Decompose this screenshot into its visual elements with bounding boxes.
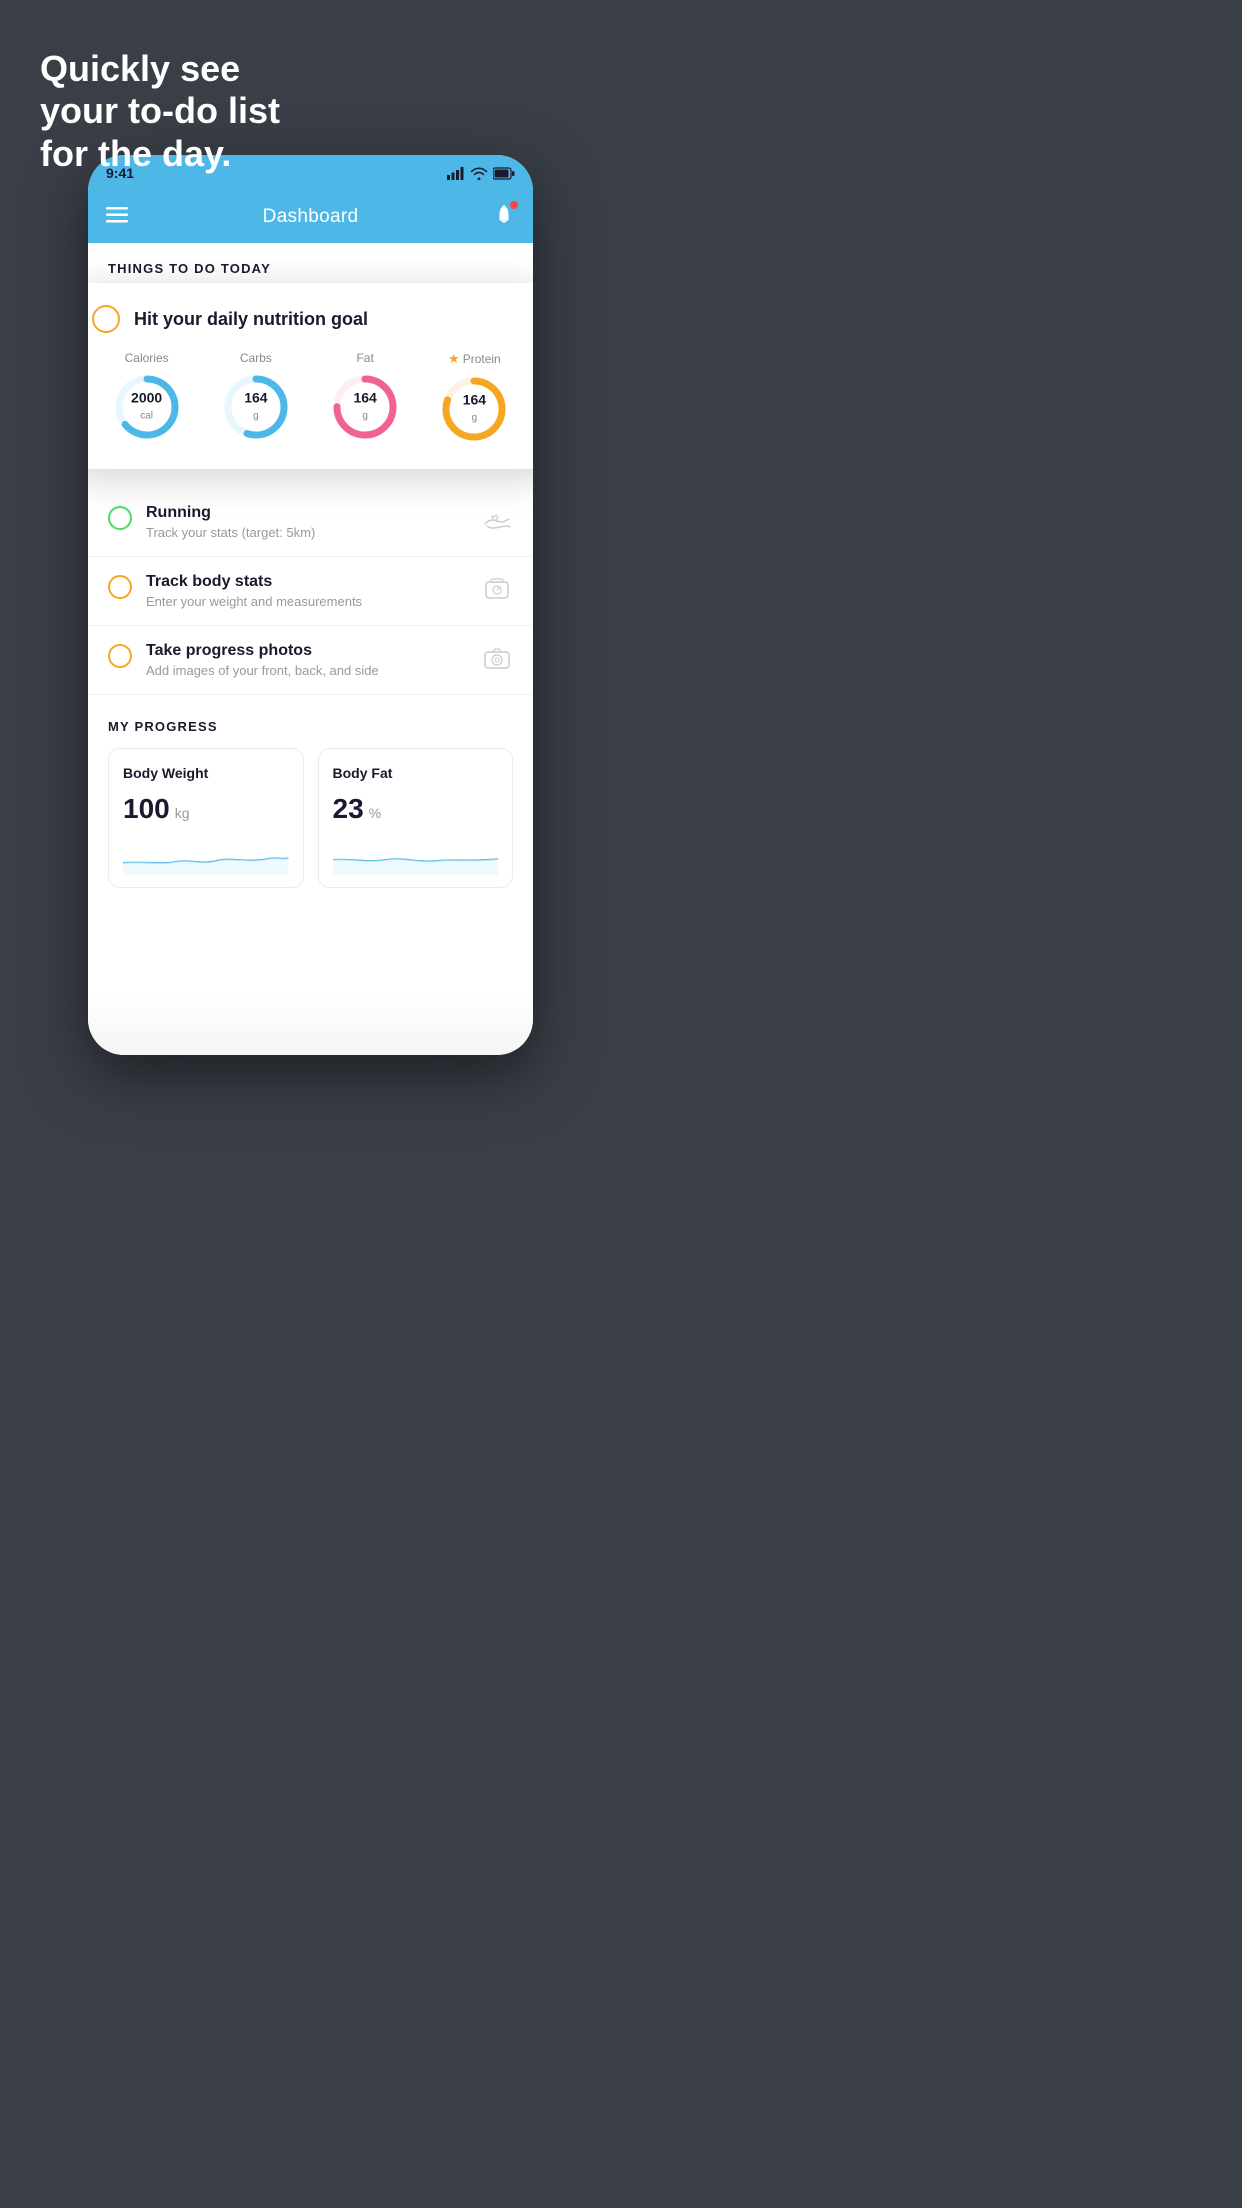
body-weight-title: Body Weight (123, 765, 289, 781)
hero-line2: your to-do list (40, 90, 280, 131)
body-weight-card: Body Weight 100 kg (108, 748, 304, 888)
photos-checkbox[interactable] (108, 644, 132, 668)
protein-donut: 164 g (438, 373, 510, 445)
running-title: Running (146, 504, 467, 522)
body-fat-chart (333, 835, 499, 875)
phone-shell: 9:41 (88, 155, 533, 1055)
battery-icon (493, 167, 515, 180)
calories-value: 2000 (131, 391, 162, 406)
fat-value: 164 (353, 391, 376, 406)
wifi-icon (470, 167, 488, 180)
protein-value: 164 (463, 393, 486, 408)
todo-item-running[interactable]: Running Track your stats (target: 5km) (88, 488, 533, 557)
body-fat-number: 23 (333, 793, 364, 825)
body-fat-card: Body Fat 23 % (318, 748, 514, 888)
carbs-value: 164 (244, 391, 267, 406)
todo-item-body-stats[interactable]: Track body stats Enter your weight and m… (88, 557, 533, 626)
calories-label: Calories (125, 351, 169, 365)
progress-section-title: MY PROGRESS (108, 719, 513, 734)
carbs-item: Carbs 164 g (220, 351, 292, 443)
nutrition-row: Calories 2000 cal Carbs (92, 351, 529, 445)
navbar: Dashboard (88, 191, 533, 243)
fat-item: Fat 164 g (329, 351, 401, 443)
photos-title: Take progress photos (146, 642, 467, 660)
running-checkbox[interactable] (108, 506, 132, 530)
hero-line3: for the day. (40, 133, 231, 174)
body-fat-value-row: 23 % (333, 793, 499, 825)
hero-text: Quickly see your to-do list for the day. (40, 48, 280, 175)
body-stats-subtitle: Enter your weight and measurements (146, 594, 467, 609)
nutrition-card: Hit your daily nutrition goal Calories 2… (88, 283, 533, 469)
carbs-donut: 164 g (220, 371, 292, 443)
body-weight-chart (123, 835, 289, 875)
card-title-row: Hit your daily nutrition goal (92, 305, 529, 333)
main-content: THINGS TO DO TODAY Hit your daily nutrit… (88, 243, 533, 1055)
hero-line1: Quickly see (40, 48, 240, 89)
fat-label: Fat (356, 351, 373, 365)
nutrition-checkbox[interactable] (92, 305, 120, 333)
progress-cards: Body Weight 100 kg Body Fat (108, 748, 513, 888)
todo-item-photos[interactable]: Take progress photos Add images of your … (88, 626, 533, 695)
signal-icon (447, 167, 465, 180)
photo-icon (481, 642, 513, 674)
body-fat-title: Body Fat (333, 765, 499, 781)
body-stats-checkbox[interactable] (108, 575, 132, 599)
bell-button[interactable] (493, 204, 515, 231)
section-header: THINGS TO DO TODAY (88, 243, 533, 288)
photos-subtitle: Add images of your front, back, and side (146, 663, 467, 678)
status-icons (447, 167, 515, 180)
nav-title: Dashboard (263, 206, 359, 228)
shoe-icon (481, 504, 513, 536)
progress-section: MY PROGRESS Body Weight 100 kg (88, 695, 533, 888)
body-weight-unit: kg (175, 805, 190, 821)
running-subtitle: Track your stats (target: 5km) (146, 525, 467, 540)
calories-donut: 2000 cal (111, 371, 183, 443)
star-icon: ★ (448, 351, 460, 367)
body-stats-title: Track body stats (146, 573, 467, 591)
body-weight-number: 100 (123, 793, 170, 825)
fat-donut: 164 g (329, 371, 401, 443)
card-title: Hit your daily nutrition goal (134, 309, 368, 330)
body-weight-value-row: 100 kg (123, 793, 289, 825)
notification-dot (510, 201, 518, 209)
menu-icon[interactable] (106, 207, 128, 228)
scale-icon (481, 573, 513, 605)
protein-item: ★ Protein 164 g (438, 351, 510, 445)
calories-item: Calories 2000 cal (111, 351, 183, 443)
protein-label: ★ Protein (448, 351, 501, 367)
carbs-label: Carbs (240, 351, 272, 365)
fade-overlay (88, 995, 533, 1055)
body-fat-unit: % (369, 805, 381, 821)
